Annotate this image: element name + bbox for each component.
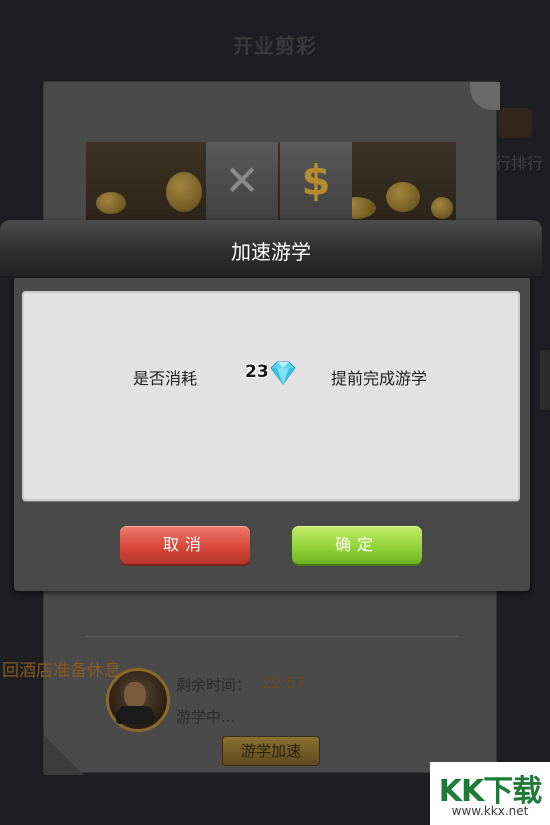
message-prefix: 是否消耗 [133, 369, 198, 388]
coin-icon [96, 192, 126, 214]
avatar-body [116, 706, 154, 724]
slot-reel-dollar: $ [280, 142, 352, 222]
confirm-button[interactable]: 确定 [292, 526, 422, 564]
coin-icon [386, 182, 420, 212]
ranking-label: 行排行 [495, 154, 544, 173]
coin-icon [166, 172, 202, 212]
background-edge [540, 350, 550, 410]
slot-reel-safe: ✕ [206, 142, 278, 222]
avatar-face [124, 682, 146, 708]
diamond-icon [270, 361, 296, 385]
remaining-time-value: 22:57 [262, 674, 306, 692]
divider [86, 636, 458, 637]
study-speedup-button[interactable]: 游学加速 [222, 736, 320, 766]
ranking-icon [498, 108, 532, 138]
dialog-title: 加速游学 [231, 240, 311, 264]
hotel-rest-text: 回酒店准备休息 [2, 661, 121, 681]
cancel-button[interactable]: 取消 [120, 526, 250, 564]
remaining-time-label: 剩余时间： [176, 676, 252, 694]
dialog-message-panel [22, 291, 520, 501]
coin-icon [431, 197, 453, 219]
diamond-cost: 23 [245, 362, 269, 382]
watermark-url: www.kkx.net [451, 804, 529, 818]
background-title: 开业剪彩 [233, 34, 317, 58]
study-status: 游学中... [176, 708, 236, 726]
safe-icon: ✕ [224, 156, 260, 205]
watermark: KK下载 www.kkx.net [430, 762, 550, 825]
dollar-icon: $ [301, 156, 331, 205]
message-suffix: 提前完成游学 [331, 369, 428, 388]
